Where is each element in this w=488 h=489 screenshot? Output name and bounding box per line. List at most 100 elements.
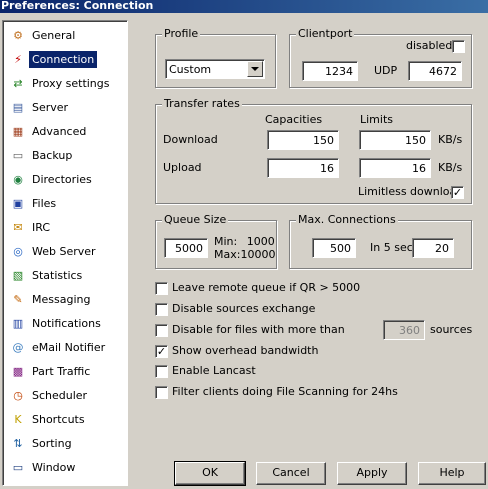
udp-port-field[interactable]: 4672: [408, 61, 462, 81]
udp-label: UDP: [374, 64, 398, 77]
apply-button[interactable]: Apply: [337, 462, 407, 485]
sidebar-item-backup[interactable]: ▭ Backup: [6, 144, 126, 166]
sidebar-item-label: Backup: [32, 148, 73, 162]
profile-select-value: Custom: [169, 63, 212, 76]
ok-button[interactable]: OK: [174, 461, 246, 486]
sidebar-item-scheduler[interactable]: ◷ Scheduler: [6, 384, 126, 406]
sidebar-item-email-notifier[interactable]: @ eMail Notifier: [6, 336, 126, 358]
sidebar-item-web-server[interactable]: ◎ Web Server: [6, 240, 126, 262]
max-connections-title: Max. Connections: [296, 213, 398, 227]
disable-for-files-checkbox[interactable]: [155, 324, 168, 337]
disable-sources-exchange-label: Disable sources exchange: [172, 302, 316, 315]
enable-lancast-checkbox[interactable]: [155, 365, 168, 378]
disable-sources-exchange-checkbox[interactable]: [155, 303, 168, 316]
max-connections-group: Max. Connections 500 In 5 sec 20: [289, 213, 472, 269]
clock-icon: ◷: [13, 388, 23, 402]
sidebar-item-label: Notifications: [32, 316, 101, 330]
upload-label: Upload: [163, 161, 202, 174]
show-overhead-bandwidth-checkbox[interactable]: ✓: [155, 345, 168, 358]
window-icon: ▭: [12, 460, 24, 474]
cancel-button[interactable]: Cancel: [256, 462, 326, 485]
statistics-icon: ▧: [12, 268, 24, 282]
enable-lancast-label: Enable Lancast: [172, 364, 256, 377]
backup-icon: ▭: [12, 148, 24, 162]
messaging-icon: ✎: [13, 292, 23, 306]
email-icon: @: [12, 340, 24, 354]
queue-size-group: Queue Size 5000 Min: 1000 Max:10000: [155, 213, 277, 269]
sorting-icon: ⇅: [13, 436, 23, 450]
sidebar-item-label: Server: [32, 100, 69, 114]
sidebar-item-irc[interactable]: ✉ IRC: [6, 216, 126, 238]
irc-icon: ✉: [13, 220, 23, 234]
sidebar-item-statistics[interactable]: ▧ Statistics: [6, 264, 126, 286]
sidebar-item-server[interactable]: ▤ Server: [6, 96, 126, 118]
limits-header: Limits: [360, 113, 393, 126]
profile-group-title: Profile: [162, 27, 201, 41]
show-overhead-bandwidth-label: Show overhead bandwidth: [172, 344, 319, 357]
sidebar-item-proxy-settings[interactable]: ⇄ Proxy settings: [6, 72, 126, 94]
disable-for-files-label: Disable for files with more than: [172, 323, 345, 336]
upload-capacity-field[interactable]: 16: [267, 158, 339, 178]
download-unit: KB/s: [438, 133, 463, 146]
queue-min-value: 1000: [246, 235, 275, 248]
sidebar-item-label: Part Traffic: [32, 364, 91, 378]
sidebar-item-label: Statistics: [32, 268, 83, 282]
clientport-disabled-checkbox[interactable]: [452, 40, 465, 53]
upload-limit-field[interactable]: 16: [359, 158, 431, 178]
sidebar-item-label: Window: [32, 460, 76, 474]
sidebar-item-label: Connection: [29, 50, 98, 68]
proxy-icon: ⇄: [13, 76, 23, 90]
profile-select[interactable]: Custom: [165, 59, 265, 79]
sidebar-item-label: Advanced: [32, 124, 87, 138]
leave-remote-queue-checkbox[interactable]: [155, 282, 168, 295]
leave-remote-queue-label: Leave remote queue if QR > 5000: [172, 281, 361, 294]
in5sec-field[interactable]: 20: [412, 238, 454, 258]
help-button[interactable]: Help: [418, 462, 486, 485]
filter-clients-checkbox[interactable]: [155, 386, 168, 399]
sidebar-item-shortcuts[interactable]: K Shortcuts: [6, 408, 126, 430]
sidebar-item-window[interactable]: ▭ Window: [6, 456, 126, 478]
capacities-header: Capacities: [265, 113, 323, 126]
sidebar-item-label: Sorting: [32, 436, 72, 450]
sidebar-item-advanced[interactable]: ▦ Advanced: [6, 120, 126, 142]
in5sec-label: In 5 sec: [370, 241, 413, 254]
clientport-group-title: Clientport: [296, 27, 355, 41]
window-title: Preferences: Connection: [0, 0, 488, 13]
sidebar-item-connection[interactable]: ⚡ Connection: [6, 48, 126, 70]
plug-icon: ⚡: [14, 52, 22, 66]
limitless-download-checkbox[interactable]: ✓: [451, 186, 464, 199]
tcp-port-field[interactable]: 1234: [302, 61, 358, 81]
clientport-group: Clientport disabled 1234 UDP 4672: [289, 27, 472, 88]
sidebar-item-sorting[interactable]: ⇅ Sorting: [6, 432, 126, 454]
max-connections-field[interactable]: 500: [312, 238, 356, 258]
part-traffic-icon: ▩: [12, 364, 24, 378]
server-icon: ▤: [12, 100, 24, 114]
upload-unit: KB/s: [438, 161, 463, 174]
sidebar-item-general[interactable]: ⚙ General: [6, 24, 126, 46]
sidebar-item-label: Proxy settings: [32, 76, 110, 90]
queue-size-field[interactable]: 5000: [164, 238, 208, 258]
shortcuts-icon: K: [14, 412, 22, 426]
download-capacity-field[interactable]: 150: [267, 130, 339, 150]
advanced-icon: ▦: [12, 124, 24, 138]
sidebar-item-notifications[interactable]: ▥ Notifications: [6, 312, 126, 334]
sidebar-item-directories[interactable]: ◉ Directories: [6, 168, 126, 190]
sidebar-item-part-traffic[interactable]: ▩ Part Traffic: [6, 360, 126, 382]
sidebar-item-label: IRC: [32, 220, 51, 234]
sidebar-item-label: eMail Notifier: [32, 340, 106, 354]
sidebar-item-label: Directories: [32, 172, 92, 186]
notifications-icon: ▥: [12, 316, 24, 330]
profile-group: Profile Custom: [155, 27, 276, 88]
chevron-down-icon[interactable]: [247, 61, 263, 77]
sidebar-item-messaging[interactable]: ✎ Messaging: [6, 288, 126, 310]
filter-clients-label: Filter clients doing File Scanning for 2…: [172, 385, 398, 398]
clientport-disabled-label: disabled: [406, 39, 453, 52]
sidebar-item-label: Messaging: [32, 292, 91, 306]
sidebar-item-files[interactable]: ▣ Files: [6, 192, 126, 214]
limitless-download-label: Limitless download: [358, 185, 464, 198]
download-limit-field[interactable]: 150: [359, 130, 431, 150]
transfer-rates-title: Transfer rates: [162, 97, 242, 111]
queue-max-label: Max:10000: [214, 248, 276, 261]
gear-icon: ⚙: [13, 28, 23, 42]
download-label: Download: [163, 133, 218, 146]
